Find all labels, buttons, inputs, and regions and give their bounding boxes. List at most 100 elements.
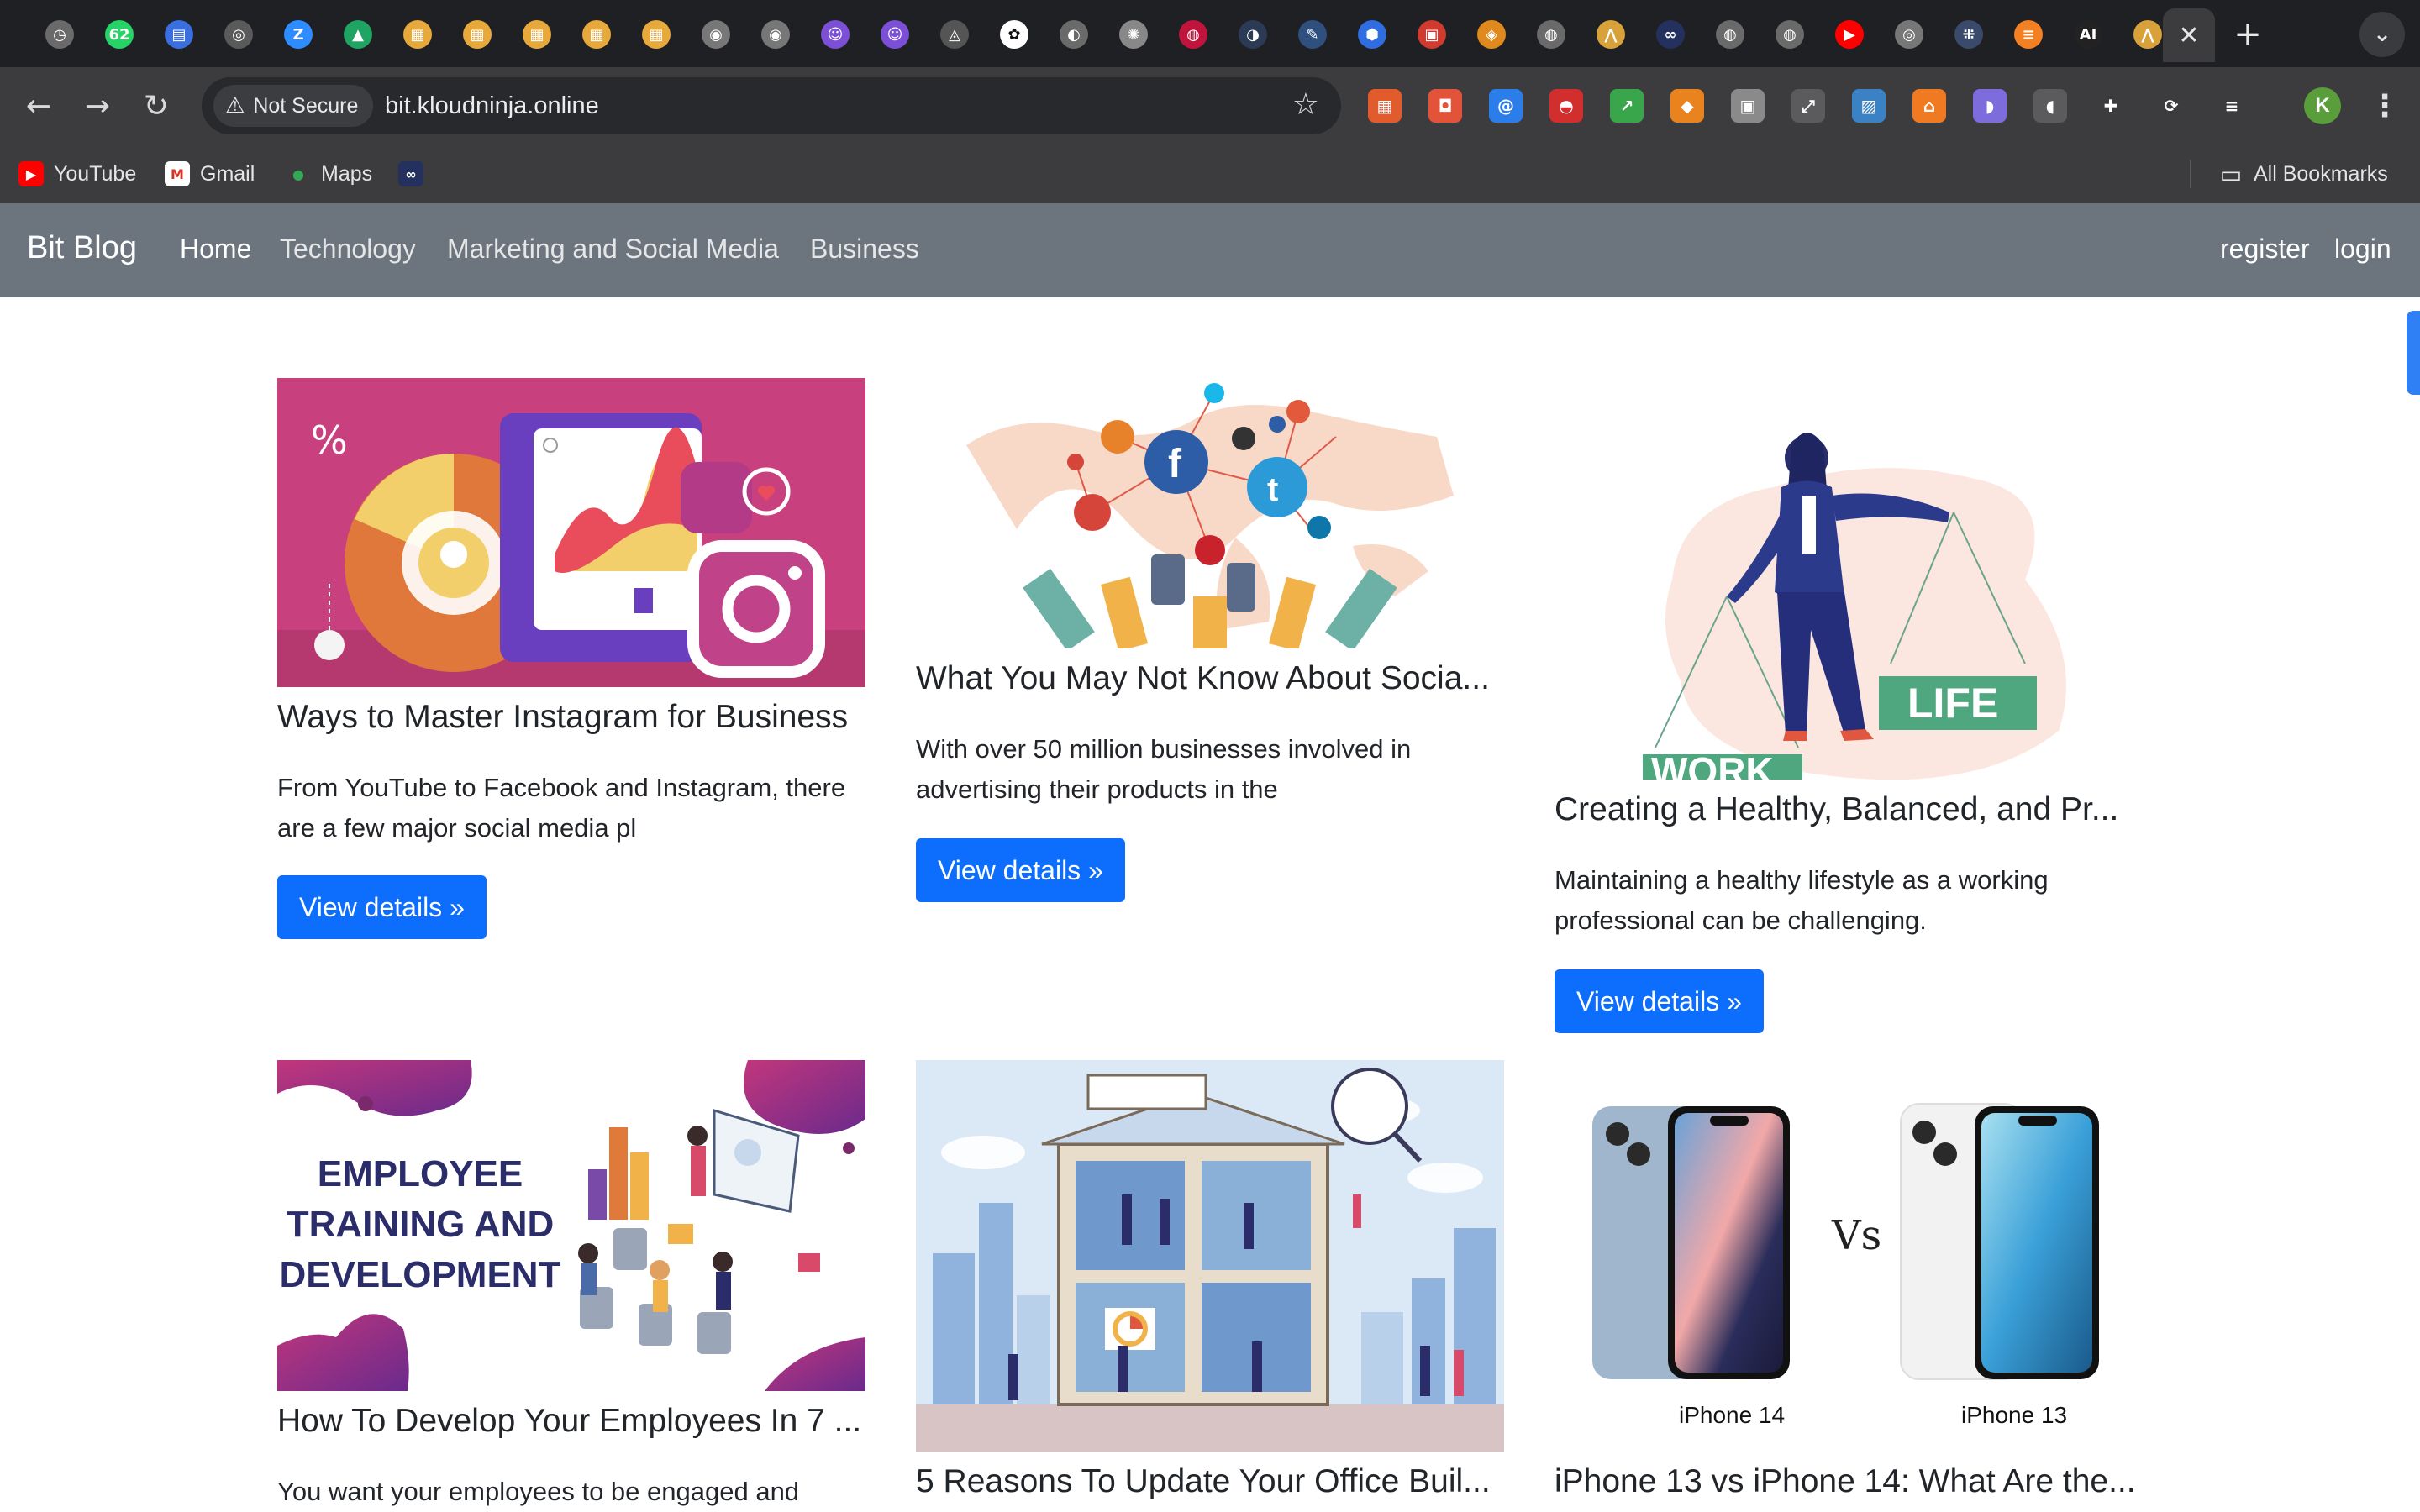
bookmark-gmail[interactable]: M Gmail	[165, 156, 255, 192]
youtube-icon: ▶	[1835, 20, 1864, 49]
puzzle-ext-icon[interactable]: ✚	[2094, 89, 2128, 123]
browser-tab[interactable]: ◍	[1523, 10, 1579, 59]
browser-tab[interactable]: ◉	[748, 10, 803, 59]
home-ext-icon[interactable]: ⌂	[1912, 89, 1946, 123]
image-ext-icon[interactable]: ▨	[1852, 89, 1886, 123]
lock-ext-icon[interactable]: ▣	[1731, 89, 1765, 123]
post-title[interactable]: How To Develop Your Employees In 7 ...	[277, 1403, 882, 1440]
close-tab-icon[interactable]: ✕	[2178, 21, 2199, 50]
url-text[interactable]: bit.kloudninja.online	[385, 92, 599, 120]
browser-tab[interactable]: ▤	[151, 10, 207, 59]
post-title[interactable]: What You May Not Know About Socia...	[916, 660, 1521, 697]
browser-tab[interactable]: ◍	[1762, 10, 1818, 59]
browser-tab[interactable]: ▦	[569, 10, 624, 59]
browser-tab[interactable]: ∞	[1643, 10, 1698, 59]
at-ext-icon[interactable]: @	[1489, 89, 1523, 123]
post-image-iphone-compare[interactable]: Vs iPhone 14 iPhone 13	[1555, 1060, 2143, 1452]
browser-tab[interactable]: ▦	[629, 10, 684, 59]
browser-tab[interactable]: Z	[271, 10, 326, 59]
calendar-ext-icon[interactable]: ▦	[1368, 89, 1402, 123]
register-link[interactable]: register	[2220, 234, 2310, 265]
browser-tab[interactable]: ▦	[390, 10, 445, 59]
ghost-ext-icon[interactable]: ◗	[1973, 89, 2007, 123]
page-scrollbar[interactable]	[2407, 311, 2420, 395]
site-security-chip[interactable]: ⚠ Not Secure	[213, 85, 374, 127]
browser-tab[interactable]: ◐	[1046, 10, 1102, 59]
metamask-ext-icon[interactable]: ◆	[1670, 89, 1704, 123]
browser-tab[interactable]: ✺	[1106, 10, 1161, 59]
youtube-icon: ▶	[18, 161, 44, 186]
new-tab-button[interactable]: +	[2225, 12, 2270, 57]
browser-tab[interactable]: ◍	[1165, 10, 1221, 59]
browser-tab[interactable]: 62	[92, 10, 147, 59]
reload-button[interactable]: ↻	[136, 86, 176, 126]
browser-tab[interactable]: ◑	[1225, 10, 1281, 59]
post-image-employee-training[interactable]: EMPLOYEE TRAINING AND DEVELOPMENT	[277, 1060, 865, 1391]
browser-tab[interactable]: ▦	[509, 10, 565, 59]
pokeball-ext-icon[interactable]: ◓	[1549, 89, 1583, 123]
nav-technology[interactable]: Technology	[280, 234, 416, 265]
browser-tab[interactable]: ◬	[927, 10, 982, 59]
all-bookmarks-label: All Bookmarks	[2254, 161, 2388, 186]
site-brand[interactable]: Bit Blog	[27, 230, 137, 266]
browser-tab[interactable]: ◎	[211, 10, 266, 59]
nav-home[interactable]: Home	[180, 234, 251, 265]
post-title[interactable]: Creating a Healthy, Balanced, and Pr...	[1555, 791, 2160, 828]
post-title[interactable]: 5 Reasons To Update Your Office Buil...	[916, 1463, 1521, 1500]
camera-ext-icon[interactable]: ◘	[1428, 89, 1462, 123]
profile-avatar[interactable]: K	[2304, 87, 2341, 124]
browser-menu-icon[interactable]: ⋮	[2366, 86, 2403, 126]
browser-tab[interactable]: ✿	[986, 10, 1042, 59]
browser-tab[interactable]: ◉	[688, 10, 744, 59]
browser-tab[interactable]: ◍	[1702, 10, 1758, 59]
browser-tab[interactable]: ≡	[2001, 10, 2056, 59]
browser-tab[interactable]: ◷	[32, 10, 87, 59]
gmail-icon: M	[165, 161, 190, 186]
tab-search-button[interactable]: ⌄	[2360, 12, 2405, 57]
nav-business[interactable]: Business	[810, 234, 919, 265]
browser-tab[interactable]: ✎	[1285, 10, 1340, 59]
address-bar[interactable]: ⚠ Not Secure bit.kloudninja.online ☆	[202, 77, 1341, 134]
view-details-button[interactable]: View details »	[277, 875, 487, 939]
speed-ext-icon[interactable]: ⟳	[2154, 89, 2188, 123]
warning-icon: ⚠	[225, 93, 245, 118]
post-image-social-map[interactable]: f t	[916, 378, 1504, 648]
browser-tab[interactable]: ⬢	[1344, 10, 1400, 59]
browser-tab[interactable]: AI	[2060, 10, 2116, 59]
browser-tab[interactable]: ☺	[808, 10, 863, 59]
browser-tab[interactable]: ⋀	[1583, 10, 1639, 59]
expand-ext-icon[interactable]: ⤢	[1791, 89, 1825, 123]
active-tab[interactable]: ✕	[2163, 8, 2215, 62]
playlist-ext-icon[interactable]: ≡	[2215, 89, 2249, 123]
nav-marketing[interactable]: Marketing and Social Media	[447, 234, 779, 265]
bookmark-maps[interactable]: ● Maps	[286, 156, 372, 192]
post-image-balance[interactable]: LIFE WORK	[1555, 378, 2143, 780]
browser-tab[interactable]: ◈	[1464, 10, 1519, 59]
svg-text:f: f	[1168, 442, 1182, 486]
browser-tab[interactable]: ▦	[450, 10, 505, 59]
forward-button[interactable]: →	[77, 86, 118, 126]
post-image-instagram[interactable]: %	[277, 378, 865, 687]
browser-tab[interactable]: ▶	[1822, 10, 1877, 59]
browser-tab[interactable]: ▣	[1404, 10, 1460, 59]
mouse-ext-icon[interactable]: ◖	[2033, 89, 2067, 123]
view-details-button[interactable]: View details »	[1555, 969, 1764, 1033]
bookmark-youtube[interactable]: ▶ YouTube	[18, 156, 136, 192]
back-button[interactable]: ←	[18, 86, 59, 126]
post-title[interactable]: iPhone 13 vs iPhone 14: What Are the...	[1555, 1463, 2160, 1500]
bot-icon: ☺	[821, 20, 850, 49]
view-details-button[interactable]: View details »	[916, 838, 1125, 902]
bookmark-link[interactable]: ∞	[398, 156, 434, 192]
browser-tab[interactable]: ☺	[867, 10, 923, 59]
post-image-office-building[interactable]	[916, 1060, 1504, 1452]
browser-tab[interactable]: ◎	[1881, 10, 1937, 59]
chart-ext-icon[interactable]: ↗	[1610, 89, 1644, 123]
login-link[interactable]: login	[2334, 234, 2391, 265]
post-title[interactable]: Ways to Master Instagram for Business	[277, 699, 882, 736]
ai-icon: AI	[2074, 20, 2102, 49]
browser-tab[interactable]: ⁜	[1941, 10, 1996, 59]
bookmark-star-icon[interactable]: ☆	[1292, 87, 1319, 122]
browser-tab[interactable]: ▲	[330, 10, 386, 59]
bookmark-label: Maps	[321, 161, 373, 186]
all-bookmarks-button[interactable]: ▭ All Bookmarks	[2218, 156, 2388, 192]
